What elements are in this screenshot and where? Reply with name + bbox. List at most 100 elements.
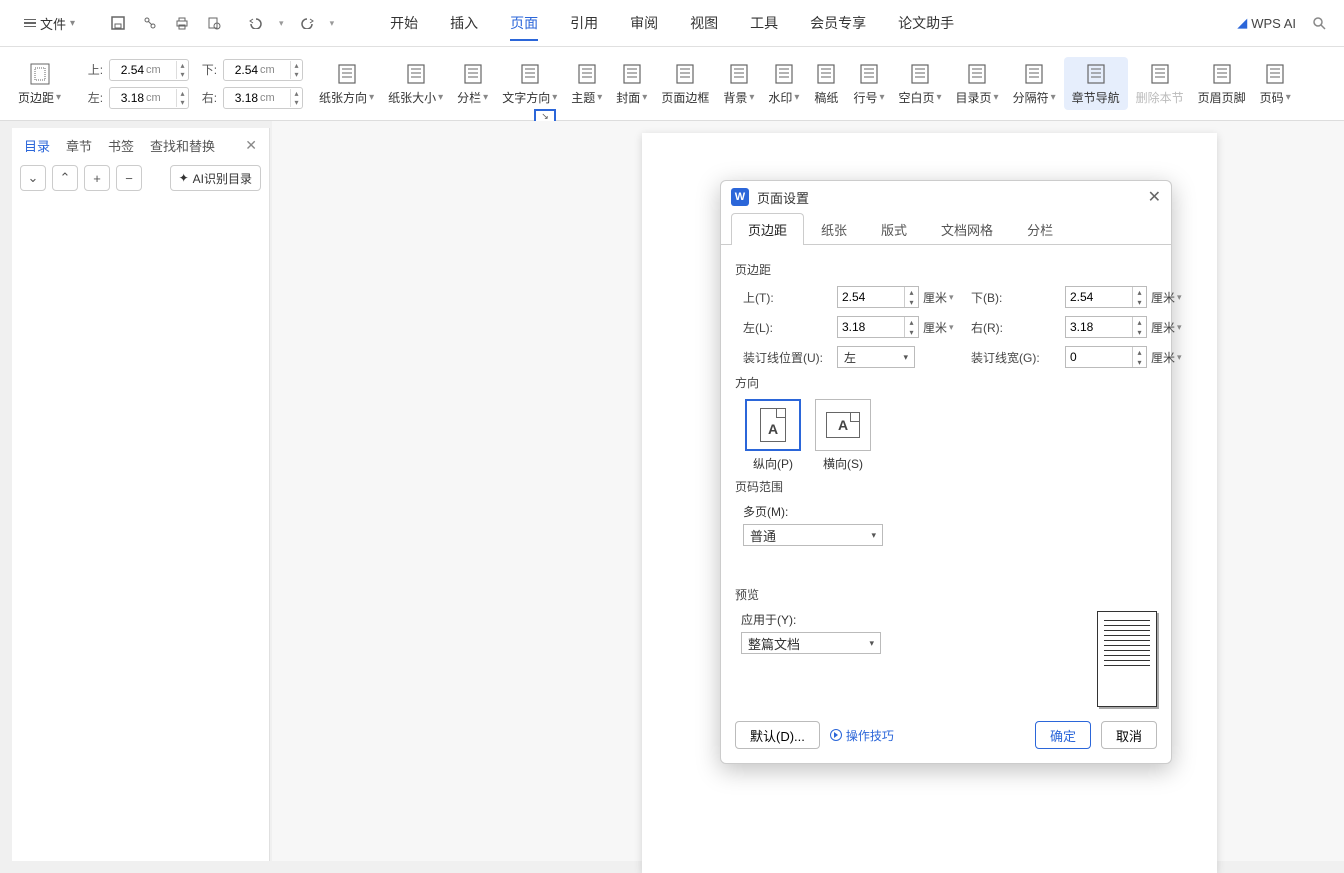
sidepanel-tab-find[interactable]: 查找和替换	[150, 136, 215, 155]
margins-button[interactable]: 页边距▾	[12, 61, 67, 106]
ok-button[interactable]: 确定	[1035, 721, 1091, 749]
sidepanel-close-icon[interactable]: ✕	[245, 137, 257, 154]
ribbon-item-5[interactable]: 封面▾	[610, 61, 653, 106]
d-gutter-w-unit[interactable]: 厘米▾	[1151, 349, 1195, 366]
margin-right-input[interactable]: cm▴▾	[223, 87, 303, 109]
d-bottom-unit[interactable]: 厘米▾	[1151, 289, 1195, 306]
orientation-portrait[interactable]: A	[745, 399, 801, 451]
tab-review[interactable]: 审阅	[614, 3, 674, 43]
default-button[interactable]: 默认(D)...	[735, 721, 820, 749]
redo-icon[interactable]	[298, 14, 316, 32]
remove-button[interactable]: −	[116, 165, 142, 191]
ribbon-item-16[interactable]: 页眉页脚	[1192, 61, 1252, 106]
d-gutter-pos-select[interactable]: 左▾	[837, 346, 915, 368]
ribbon-icon	[856, 61, 882, 87]
menubar-left: 文件 ▾ ▾ ▾	[16, 10, 334, 37]
ribbon-icon	[574, 61, 600, 87]
add-button[interactable]: +	[84, 165, 110, 191]
redo-dropdown[interactable]: ▾	[330, 18, 335, 29]
ribbon-icon	[403, 61, 429, 87]
sidepanel-tab-bookmark[interactable]: 书签	[108, 136, 134, 155]
save-icon[interactable]	[109, 14, 127, 32]
dialog-tab-columns[interactable]: 分栏	[1010, 213, 1070, 245]
margin-right-label: 右:	[195, 89, 217, 106]
ribbon-item-12[interactable]: 目录页▾	[950, 61, 1005, 106]
page-setup-dialog: W 页面设置 ✕ 页边距 纸张 版式 文档网格 分栏 页边距 上(T): ▴▾ …	[720, 180, 1172, 764]
collapse-up-button[interactable]: ⌃	[52, 165, 78, 191]
multipage-select[interactable]: 普通▾	[743, 524, 883, 546]
tab-page[interactable]: 页面	[494, 3, 554, 43]
preview-thumbnail	[1097, 611, 1157, 707]
d-top-input[interactable]: ▴▾	[837, 286, 919, 308]
menubar: 文件 ▾ ▾ ▾ 开始 插入 页面 引用 审阅 视图 工具 会员专享 论文助手 …	[0, 0, 1344, 47]
search-icon[interactable]	[1310, 14, 1328, 32]
margin-left-label: 左:	[81, 89, 103, 106]
section-preview-title: 预览	[735, 586, 1157, 603]
tab-member[interactable]: 会员专享	[794, 3, 882, 43]
undo-icon[interactable]	[247, 14, 265, 32]
ribbon-item-8[interactable]: 水印▾	[762, 61, 805, 106]
d-left-unit[interactable]: 厘米▾	[923, 319, 967, 336]
dialog-tab-layout[interactable]: 版式	[864, 213, 924, 245]
ribbon-item-6[interactable]: 页面边框	[655, 61, 715, 106]
dialog-tab-margins[interactable]: 页边距	[731, 213, 804, 245]
d-gutter-w-input[interactable]: ▴▾	[1065, 346, 1147, 368]
section-margins-title: 页边距	[735, 261, 1157, 278]
d-bottom-input[interactable]: ▴▾	[1065, 286, 1147, 308]
margin-left-input[interactable]: cm▴▾	[109, 87, 189, 109]
margin-top-input[interactable]: cm▴▾	[109, 59, 189, 81]
tab-view[interactable]: 视图	[674, 3, 734, 43]
ribbon-item-0[interactable]: 纸张方向▾	[313, 61, 380, 106]
share-icon[interactable]	[141, 14, 159, 32]
ai-icon: ✦	[179, 171, 189, 185]
undo-dropdown[interactable]: ▾	[279, 18, 284, 29]
ribbon-item-1[interactable]: 纸张大小▾	[382, 61, 449, 106]
tab-thesis[interactable]: 论文助手	[882, 3, 970, 43]
d-top-unit[interactable]: 厘米▾	[923, 289, 967, 306]
d-gutter-w-label: 装订线宽(G):	[971, 349, 1061, 366]
ribbon-item-14[interactable]: 章节导航	[1064, 57, 1128, 110]
sidepanel-tab-chapter[interactable]: 章节	[66, 136, 92, 155]
ribbon-item-7[interactable]: 背景▾	[717, 61, 760, 106]
wps-ai-button[interactable]: ◢ WPS AI	[1237, 15, 1296, 31]
tab-start[interactable]: 开始	[374, 3, 434, 43]
ribbon-item-10[interactable]: 行号▾	[847, 61, 890, 106]
sidepanel-tab-toc[interactable]: 目录	[24, 136, 50, 155]
ribbon-item-17[interactable]: 页码▾	[1254, 61, 1297, 106]
sidepanel-tabs: 目录 章节 书签 查找和替换 ✕	[20, 134, 261, 165]
ribbon-icon	[771, 61, 797, 87]
ribbon-icon	[1147, 61, 1173, 87]
close-icon[interactable]: ✕	[1148, 187, 1161, 207]
d-right-unit[interactable]: 厘米▾	[1151, 319, 1195, 336]
tips-link[interactable]: 操作技巧	[830, 727, 894, 744]
ribbon-item-3[interactable]: 文字方向▾	[496, 61, 563, 106]
ribbon-item-15: 删除本节	[1130, 61, 1190, 106]
dialog-tab-paper[interactable]: 纸张	[804, 213, 864, 245]
applyto-select[interactable]: 整篇文档▾	[741, 632, 881, 654]
dialog-tab-grid[interactable]: 文档网格	[924, 213, 1010, 245]
print-icon[interactable]	[173, 14, 191, 32]
collapse-down-button[interactable]: ⌄	[20, 165, 46, 191]
ribbon-item-4[interactable]: 主题▾	[565, 61, 608, 106]
tab-reference[interactable]: 引用	[554, 3, 614, 43]
d-right-input[interactable]: ▴▾	[1065, 316, 1147, 338]
print-preview-icon[interactable]	[205, 14, 223, 32]
ribbon-item-9[interactable]: 稿纸	[807, 61, 845, 106]
ribbon-item-11[interactable]: 空白页▾	[892, 61, 947, 106]
ribbon: 页边距▾ 上: cm▴▾ 下: cm▴▾ 左: cm▴▾ 右: cm▴▾ 纸张方…	[0, 47, 1344, 121]
d-left-input[interactable]: ▴▾	[837, 316, 919, 338]
play-icon	[830, 729, 842, 741]
cancel-button[interactable]: 取消	[1101, 721, 1157, 749]
ai-detect-toc-button[interactable]: ✦ AI识别目录	[170, 165, 261, 191]
orientation-landscape[interactable]: A	[815, 399, 871, 451]
file-menu-button[interactable]: 文件 ▾	[16, 10, 83, 37]
ribbon-item-13[interactable]: 分隔符▾	[1007, 61, 1062, 106]
margins-form: 上(T): ▴▾ 厘米▾ 下(B): ▴▾ 厘米▾ 左(L): ▴▾ 厘米▾ 右…	[743, 286, 1157, 368]
ribbon-icon	[334, 61, 360, 87]
ribbon-icon	[964, 61, 990, 87]
tab-insert[interactable]: 插入	[434, 3, 494, 43]
ribbon-item-2[interactable]: 分栏▾	[451, 61, 494, 106]
margin-bottom-input[interactable]: cm▴▾	[223, 59, 303, 81]
tab-tools[interactable]: 工具	[734, 3, 794, 43]
margins-fields: 上: cm▴▾ 下: cm▴▾ 左: cm▴▾ 右: cm▴▾	[81, 59, 303, 109]
